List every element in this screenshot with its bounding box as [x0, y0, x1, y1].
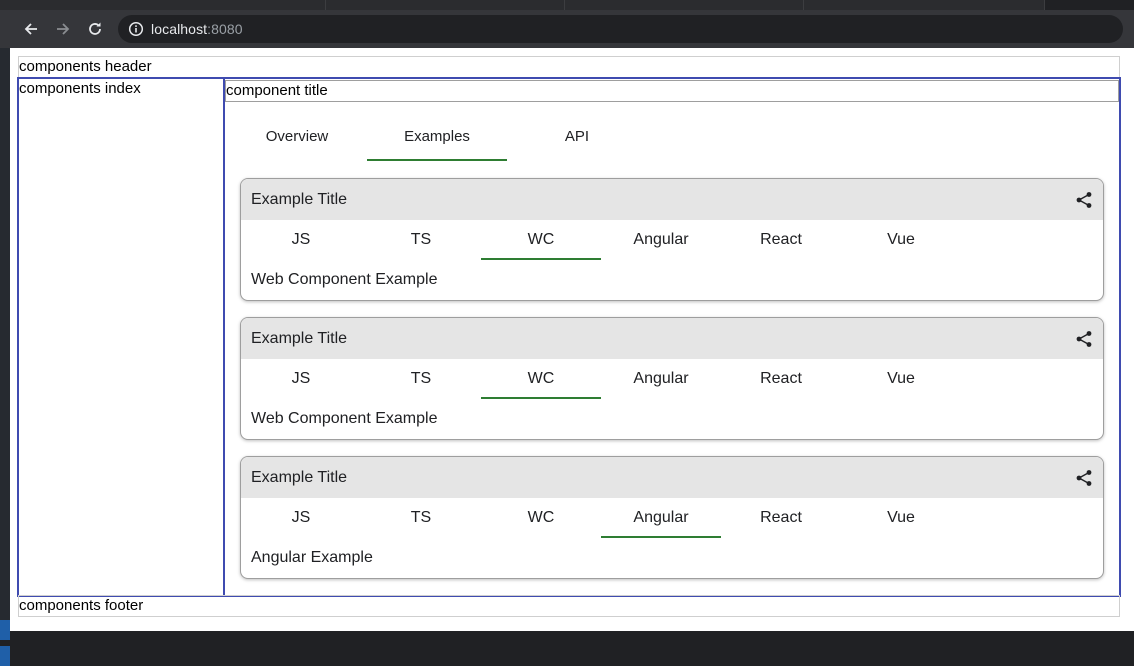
framework-tab-label: React: [760, 231, 802, 248]
example-content: Web Component Example: [251, 410, 438, 427]
framework-tab-js[interactable]: JS: [241, 359, 361, 399]
framework-tab-label: Angular: [633, 231, 689, 248]
reload-icon: [89, 22, 101, 35]
components-footer: components footer: [18, 595, 1120, 617]
example-title: Example Title: [251, 191, 348, 208]
reload-button[interactable]: [83, 17, 107, 41]
framework-tab-vue[interactable]: Vue: [841, 359, 961, 399]
framework-tab-vue[interactable]: Vue: [841, 220, 961, 260]
framework-tab-vue[interactable]: Vue: [841, 498, 961, 538]
example-card-header: Example Title: [241, 318, 1103, 359]
framework-tab-ts[interactable]: TS: [361, 498, 481, 538]
framework-tab-label: Vue: [887, 231, 915, 248]
framework-tab-label: Vue: [887, 509, 915, 526]
url-port: :8080: [207, 21, 243, 37]
framework-tab-label: Angular: [633, 509, 689, 526]
framework-tab-angular[interactable]: Angular: [601, 359, 721, 399]
example-card: Example Title JS TS WC Angular React Vue: [240, 178, 1104, 301]
framework-tab-label: TS: [410, 509, 432, 526]
back-button[interactable]: [19, 17, 43, 41]
tab-examples[interactable]: Examples: [367, 111, 507, 161]
forward-arrow-icon: [57, 23, 70, 35]
browser-tab[interactable]: [565, 0, 804, 10]
example-card: Example Title JS TS WC Angular React Vue: [240, 317, 1104, 440]
components-header: components header: [18, 56, 1120, 78]
page-viewport: components header components index compo…: [10, 48, 1134, 631]
framework-tab-angular[interactable]: Angular: [601, 220, 721, 260]
tab-api[interactable]: API: [507, 111, 647, 161]
example-content: Angular Example: [251, 549, 373, 566]
browser-tab-strip: [0, 0, 1134, 10]
back-arrow-icon: [24, 23, 37, 35]
framework-tab-js[interactable]: JS: [241, 220, 361, 260]
framework-tab-label: Angular: [633, 370, 689, 387]
example-card: Example Title JS TS WC Angular React Vue: [240, 456, 1104, 579]
example-card-header: Example Title: [241, 457, 1103, 498]
framework-tab-label: JS: [291, 509, 311, 526]
component-main: component title Overview Examples API Ex…: [225, 79, 1119, 595]
framework-tab-wc[interactable]: WC: [481, 359, 601, 399]
example-title: Example Title: [251, 469, 348, 486]
browser-tab[interactable]: [0, 0, 326, 10]
url-text: localhost:8080: [151, 21, 243, 37]
background-highlight: [0, 646, 10, 666]
framework-tab-label: JS: [291, 231, 311, 248]
framework-tab-angular[interactable]: Angular: [601, 498, 721, 538]
site-info-button[interactable]: [121, 21, 151, 37]
framework-tab-react[interactable]: React: [721, 498, 841, 538]
framework-tab-ts[interactable]: TS: [361, 359, 481, 399]
components-index: components index: [19, 79, 225, 595]
framework-tab-react[interactable]: React: [721, 220, 841, 260]
framework-tab-label: React: [760, 370, 802, 387]
example-content: Web Component Example: [251, 271, 438, 288]
framework-tab-label: TS: [410, 370, 432, 387]
component-title: component title: [225, 80, 1119, 102]
url-host: localhost: [151, 21, 208, 37]
framework-tab-js[interactable]: JS: [241, 498, 361, 538]
example-card-header: Example Title: [241, 179, 1103, 220]
framework-tab-react[interactable]: React: [721, 359, 841, 399]
tab-overview[interactable]: Overview: [227, 111, 367, 161]
forward-button[interactable]: [51, 17, 75, 41]
framework-tab-label: WC: [527, 370, 555, 387]
browser-tab[interactable]: [326, 0, 565, 10]
tab-label: API: [564, 127, 590, 145]
share-icon[interactable]: [1075, 469, 1093, 487]
framework-tab-label: WC: [527, 231, 555, 248]
framework-tab-label: React: [760, 509, 802, 526]
share-icon[interactable]: [1075, 330, 1093, 348]
components-layout: components index component title Overvie…: [17, 77, 1121, 597]
background-window-strip: [0, 48, 10, 666]
background-highlight: [0, 620, 10, 640]
framework-tab-label: Vue: [887, 370, 915, 387]
framework-tab-ts[interactable]: TS: [361, 220, 481, 260]
browser-tab[interactable]: [804, 0, 1045, 10]
tab-label: Overview: [265, 127, 329, 145]
share-icon[interactable]: [1075, 191, 1093, 209]
framework-tab-label: JS: [291, 370, 311, 387]
info-icon: [128, 21, 144, 37]
tab-label: Examples: [404, 127, 470, 145]
address-bar[interactable]: localhost:8080: [118, 15, 1123, 43]
framework-tab-wc[interactable]: WC: [481, 220, 601, 260]
framework-tab-label: WC: [527, 509, 555, 526]
example-title: Example Title: [251, 330, 348, 347]
framework-tab-label: TS: [410, 231, 432, 248]
browser-toolbar: localhost:8080: [0, 10, 1134, 48]
framework-tab-wc[interactable]: WC: [481, 498, 601, 538]
